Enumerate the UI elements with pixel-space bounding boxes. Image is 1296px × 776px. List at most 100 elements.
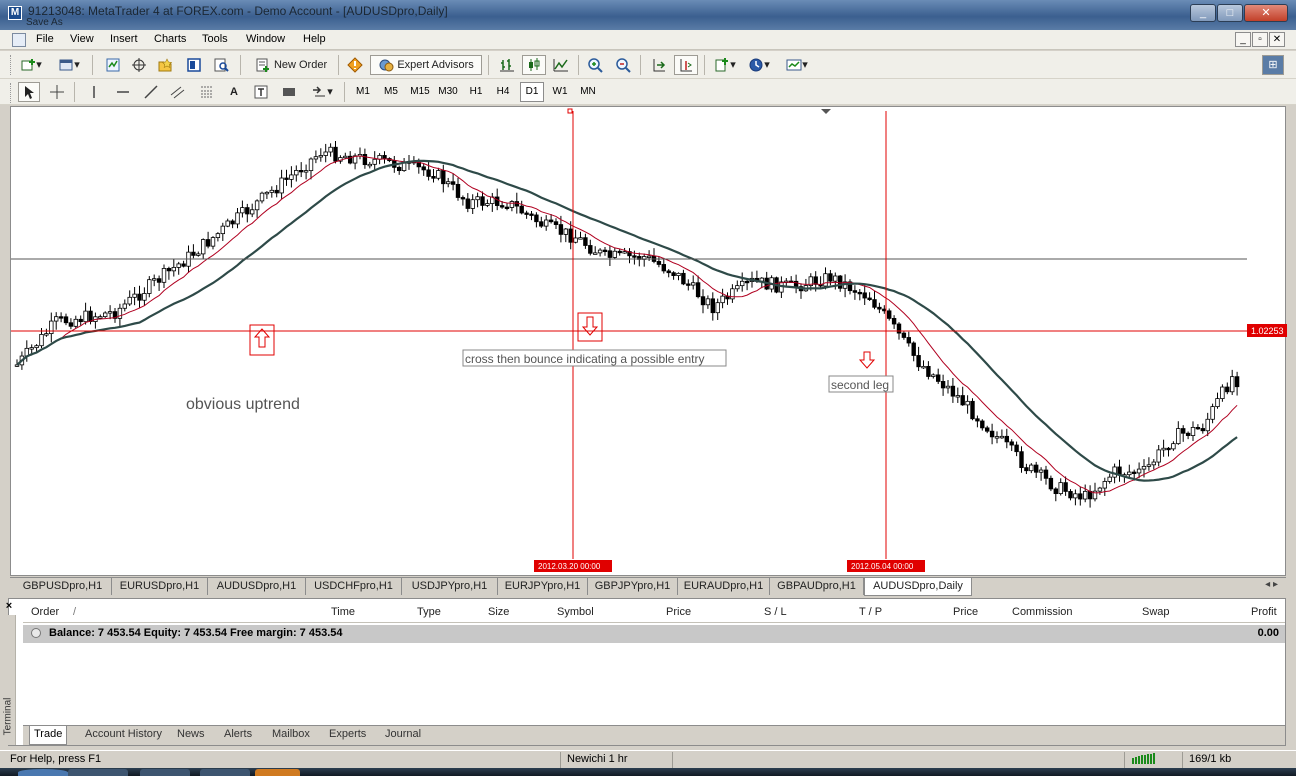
timeframe-d1[interactable]: D1: [520, 82, 544, 102]
terminal-icon[interactable]: [182, 55, 206, 75]
down-arrow-icon[interactable]: [858, 351, 876, 369]
timeframe-m5[interactable]: M5: [380, 82, 402, 102]
line-chart-icon[interactable]: [550, 55, 572, 75]
menu-charts[interactable]: Charts: [154, 33, 186, 45]
menu-file[interactable]: File: [36, 33, 54, 45]
chart-tab[interactable]: EURAUDpro,H1: [678, 578, 770, 595]
crosshair-icon[interactable]: [46, 82, 68, 102]
terminal-tab-account-history[interactable]: Account History: [81, 726, 166, 745]
timeframe-m15[interactable]: M15: [407, 82, 433, 102]
timeframe-mn[interactable]: MN: [576, 82, 600, 102]
chart-tab[interactable]: GBPJPYpro,H1: [588, 578, 678, 595]
trendline-icon[interactable]: [140, 82, 162, 102]
down-arrow-icon[interactable]: [577, 312, 603, 342]
tab-scroll-arrows-icon[interactable]: ◂ ▸: [1265, 579, 1278, 590]
start-button[interactable]: [18, 769, 68, 776]
timeframe-m1[interactable]: M1: [352, 82, 374, 102]
terminal-tab-news[interactable]: News: [173, 726, 209, 745]
zoom-in-icon[interactable]: [584, 55, 606, 75]
column-order[interactable]: Order: [31, 606, 59, 618]
taskbar-item[interactable]: [140, 769, 190, 776]
close-button[interactable]: ✕: [1244, 4, 1288, 22]
profiles-icon[interactable]: ▾: [54, 55, 84, 75]
chart-tab[interactable]: EURUSDpro,H1: [112, 578, 208, 595]
chart-tab[interactable]: GBPAUDpro,H1: [770, 578, 864, 595]
terminal-tab-mailbox[interactable]: Mailbox: [268, 726, 314, 745]
vline-handle[interactable]: [567, 108, 573, 114]
terminal-close-icon[interactable]: ×: [3, 600, 15, 612]
column-type[interactable]: Type: [417, 606, 441, 618]
timeframe-m30[interactable]: M30: [435, 82, 461, 102]
maximize-button[interactable]: □: [1217, 4, 1243, 22]
market-watch-icon[interactable]: [102, 55, 124, 75]
taskbar-item[interactable]: [200, 769, 250, 776]
menu-tools[interactable]: Tools: [202, 33, 228, 45]
chart-tab[interactable]: GBPUSDpro,H1: [14, 578, 112, 595]
navigator-icon[interactable]: [154, 55, 176, 75]
text-tool-icon[interactable]: A: [224, 82, 244, 102]
taskbar-item-active[interactable]: [255, 769, 300, 776]
chart-window-icon[interactable]: [12, 33, 26, 47]
balance-row[interactable]: Balance: 7 453.54 Equity: 7 453.54 Free …: [23, 625, 1285, 643]
column-commission[interactable]: Commission: [1012, 606, 1073, 618]
price-chart[interactable]: 1.02253 2012.03.20 00:00 2012.05.04 00:0…: [10, 106, 1287, 577]
timeframe-h4[interactable]: H4: [492, 82, 514, 102]
menu-view[interactable]: View: [70, 33, 94, 45]
cursor-icon[interactable]: [18, 82, 40, 102]
new-order-button[interactable]: New Order: [248, 55, 334, 75]
terminal-tab-trade[interactable]: Trade: [29, 726, 68, 745]
column-profit[interactable]: Profit: [1251, 606, 1277, 618]
zoom-out-icon[interactable]: [612, 55, 634, 75]
mdi-minimize-button[interactable]: _: [1235, 32, 1251, 47]
menu-window[interactable]: Window: [246, 33, 285, 45]
chart-tab-active[interactable]: AUDUSDpro,Daily: [864, 578, 972, 596]
minimize-button[interactable]: _: [1190, 4, 1216, 22]
taskbar-item[interactable]: [68, 769, 128, 776]
up-arrow-icon[interactable]: [249, 324, 275, 356]
column-size[interactable]: Size: [488, 606, 509, 618]
chart-tab[interactable]: USDCHFpro,H1: [306, 578, 402, 595]
fibonacci-icon[interactable]: [196, 82, 218, 102]
rectangle-icon[interactable]: [278, 82, 300, 102]
terminal-tab-journal[interactable]: Journal: [381, 726, 425, 745]
alert-diamond-icon[interactable]: [344, 55, 366, 75]
column-time[interactable]: Time: [331, 606, 355, 618]
menu-help[interactable]: Help: [303, 33, 326, 45]
chart-shift-icon[interactable]: [674, 55, 698, 75]
templates-icon[interactable]: ▾: [780, 55, 814, 75]
uptrend-annotation[interactable]: obvious uptrend: [186, 396, 300, 413]
indicators-icon[interactable]: ▾: [710, 55, 740, 75]
timeframe-h1[interactable]: H1: [465, 82, 487, 102]
column-symbol[interactable]: Symbol: [557, 606, 594, 618]
text-label-icon[interactable]: [250, 82, 272, 102]
chart-shift-marker[interactable]: [821, 109, 831, 114]
mdi-close-button[interactable]: ✕: [1269, 32, 1285, 47]
column-close-price[interactable]: Price: [953, 606, 978, 618]
terminal-side-handle[interactable]: Terminal: [2, 615, 16, 745]
new-chart-icon[interactable]: ▾: [18, 55, 44, 75]
candlestick-chart-icon[interactable]: [522, 55, 546, 75]
expert-advisors-button[interactable]: Expert Advisors: [370, 55, 482, 75]
column-swap[interactable]: Swap: [1142, 606, 1170, 618]
vertical-line-icon[interactable]: [84, 82, 104, 102]
bar-chart-icon[interactable]: [496, 55, 518, 75]
menu-insert[interactable]: Insert: [110, 33, 138, 45]
equidistant-channel-icon[interactable]: [166, 82, 190, 102]
column-sl[interactable]: S / L: [764, 606, 787, 618]
chart-tab[interactable]: EURJPYpro,H1: [498, 578, 588, 595]
terminal-tab-experts[interactable]: Experts: [325, 726, 370, 745]
mdi-restore-button[interactable]: ▫: [1252, 32, 1268, 47]
toolbar-grip[interactable]: [10, 83, 13, 103]
toolbar-options-icon[interactable]: ⊞: [1262, 55, 1284, 75]
terminal-tab-alerts[interactable]: Alerts: [220, 726, 256, 745]
periods-clock-icon[interactable]: ▾: [744, 55, 774, 75]
toolbar-grip[interactable]: [10, 55, 13, 75]
column-price[interactable]: Price: [666, 606, 691, 618]
chart-canvas[interactable]: 1.02253 2012.03.20 00:00 2012.05.04 00:0…: [11, 107, 1287, 577]
auto-scroll-icon[interactable]: [648, 55, 670, 75]
timeframe-w1[interactable]: W1: [549, 82, 571, 102]
navigator-crosshair-icon[interactable]: [128, 55, 150, 75]
column-tp[interactable]: T / P: [859, 606, 882, 618]
chart-tab[interactable]: USDJPYpro,H1: [402, 578, 498, 595]
strategy-tester-icon[interactable]: [210, 55, 232, 75]
